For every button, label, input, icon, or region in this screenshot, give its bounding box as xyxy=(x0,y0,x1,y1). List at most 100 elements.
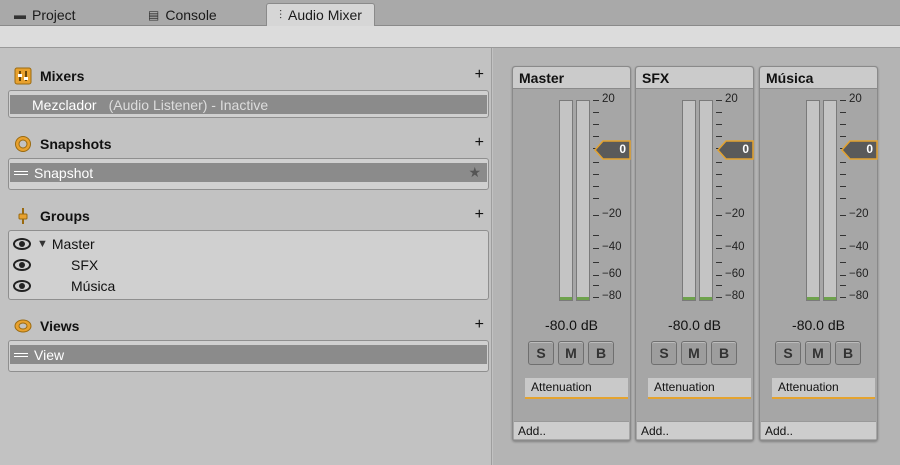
meter-level xyxy=(807,297,819,300)
effect-attenuation[interactable]: Attenuation xyxy=(648,378,751,399)
effect-attenuation[interactable]: Attenuation xyxy=(525,378,628,399)
group-row-master[interactable]: ▼ Master xyxy=(13,234,95,254)
views-header: Views + xyxy=(14,316,484,336)
fader-value: 0 xyxy=(742,142,749,156)
solo-button[interactable]: S xyxy=(651,341,677,365)
scale-tick xyxy=(593,112,599,113)
scale-tick xyxy=(593,162,599,163)
scale-tick xyxy=(840,285,846,286)
scale-tick xyxy=(716,112,722,113)
section-title: Mixers xyxy=(40,68,85,84)
section-title: Views xyxy=(40,318,80,334)
scale-tick xyxy=(593,248,599,249)
strip-title[interactable]: Master xyxy=(513,67,630,89)
scale-tick xyxy=(840,262,846,263)
solo-button[interactable]: S xyxy=(775,341,801,365)
mixers-list: Mezclador (Audio Listener) - Inactive xyxy=(8,90,489,118)
tab-audio-mixer[interactable]: ⫶ Audio Mixer xyxy=(266,3,375,26)
scale-label: −40 xyxy=(849,241,869,253)
scale-tick xyxy=(593,235,599,236)
tab-console[interactable]: ▤ Console xyxy=(136,3,229,26)
tab-project[interactable]: ▬ Project xyxy=(2,3,88,26)
effect-attenuation[interactable]: Attenuation xyxy=(772,378,875,399)
views-icon xyxy=(14,317,32,335)
scale-tick xyxy=(716,124,722,125)
meter-level xyxy=(700,297,712,300)
list-item[interactable]: View xyxy=(10,345,487,364)
scale-label: −80 xyxy=(602,290,622,302)
scale-tick xyxy=(840,215,846,216)
drag-handle-icon[interactable] xyxy=(14,352,28,357)
folder-icon: ▬ xyxy=(14,7,26,22)
group-row-sfx[interactable]: SFX xyxy=(13,255,98,275)
db-scale: 20 −20 −40 −60 −80 xyxy=(840,93,880,302)
add-effect-button[interactable]: Add.. xyxy=(514,421,629,439)
scale-tick xyxy=(840,198,846,199)
scale-label: −80 xyxy=(725,290,745,302)
mixer-strip: Música 20 −20 −40 −60 −80 0 -80.0 dB S M B At… xyxy=(759,66,878,441)
strip-title[interactable]: SFX xyxy=(636,67,753,89)
views-list: View xyxy=(8,340,489,372)
add-group-button[interactable]: + xyxy=(475,206,484,224)
snapshots-header: Snapshots + xyxy=(14,134,484,154)
scale-tick xyxy=(840,124,846,125)
mute-button[interactable]: M xyxy=(681,341,707,365)
level-meter-left xyxy=(806,100,820,301)
eye-icon[interactable] xyxy=(13,259,31,271)
add-view-button[interactable]: + xyxy=(475,316,484,334)
tab-label: Project xyxy=(32,6,76,23)
star-icon[interactable]: ★ xyxy=(468,164,481,181)
scale-tick xyxy=(593,275,599,276)
add-mixer-button[interactable]: + xyxy=(475,66,484,84)
bypass-button[interactable]: B xyxy=(835,341,861,365)
volume-fader-handle[interactable]: 0 xyxy=(841,140,879,160)
scale-tick xyxy=(593,100,599,101)
scale-label: −40 xyxy=(725,241,745,253)
scale-tick xyxy=(716,215,722,216)
mixer-strip: SFX 20 −20 −40 −60 −80 0 -80.0 dB S M B Atten… xyxy=(635,66,754,441)
mixer-icon: ⫶ xyxy=(279,7,283,22)
scale-tick xyxy=(593,297,599,298)
eye-icon[interactable] xyxy=(13,280,31,292)
level-readout: -80.0 dB xyxy=(668,317,721,333)
eye-icon[interactable] xyxy=(13,238,31,250)
group-name: Master xyxy=(51,236,95,252)
add-effect-button[interactable]: Add.. xyxy=(637,421,752,439)
tab-label: Console xyxy=(165,6,217,23)
bypass-button[interactable]: B xyxy=(711,341,737,365)
add-effect-button[interactable]: Add.. xyxy=(761,421,876,439)
mixer-strips-panel: Master 20 −20 −40 −60 −80 0 -80.0 dB S M B At… xyxy=(493,48,900,465)
mixers-header: Mixers + xyxy=(14,66,484,86)
toolbar xyxy=(0,26,900,48)
group-row-musica[interactable]: Música xyxy=(13,276,115,296)
groups-list: ▼ Master SFX Música xyxy=(8,230,489,300)
meter-level xyxy=(577,297,589,300)
left-panel: Mixers + Mezclador (Audio Listener) - In… xyxy=(0,48,492,465)
list-item[interactable]: Snapshot ★ xyxy=(10,163,487,182)
mute-button[interactable]: M xyxy=(558,341,584,365)
view-name: View xyxy=(34,346,65,363)
level-meter-right xyxy=(823,100,837,301)
volume-fader-handle[interactable]: 0 xyxy=(594,140,632,160)
add-snapshot-button[interactable]: + xyxy=(475,134,484,152)
strip-title[interactable]: Música xyxy=(760,67,877,89)
list-item[interactable]: Mezclador (Audio Listener) - Inactive xyxy=(10,95,487,114)
drag-handle-icon[interactable] xyxy=(14,170,28,175)
strip-buttons: S M B xyxy=(651,341,737,365)
volume-fader-handle[interactable]: 0 xyxy=(717,140,755,160)
bypass-button[interactable]: B xyxy=(588,341,614,365)
strip-buttons: S M B xyxy=(775,341,861,365)
scale-label: −60 xyxy=(602,268,622,280)
scale-tick xyxy=(716,248,722,249)
scale-tick xyxy=(840,136,846,137)
scale-label: −60 xyxy=(725,268,745,280)
level-meter-right xyxy=(576,100,590,301)
solo-button[interactable]: S xyxy=(528,341,554,365)
scale-tick xyxy=(716,285,722,286)
scale-tick xyxy=(593,198,599,199)
scale-tick xyxy=(593,262,599,263)
expand-arrow-icon[interactable]: ▼ xyxy=(37,238,48,250)
db-scale: 20 −20 −40 −60 −80 xyxy=(716,93,756,302)
scale-tick xyxy=(716,162,722,163)
mute-button[interactable]: M xyxy=(805,341,831,365)
